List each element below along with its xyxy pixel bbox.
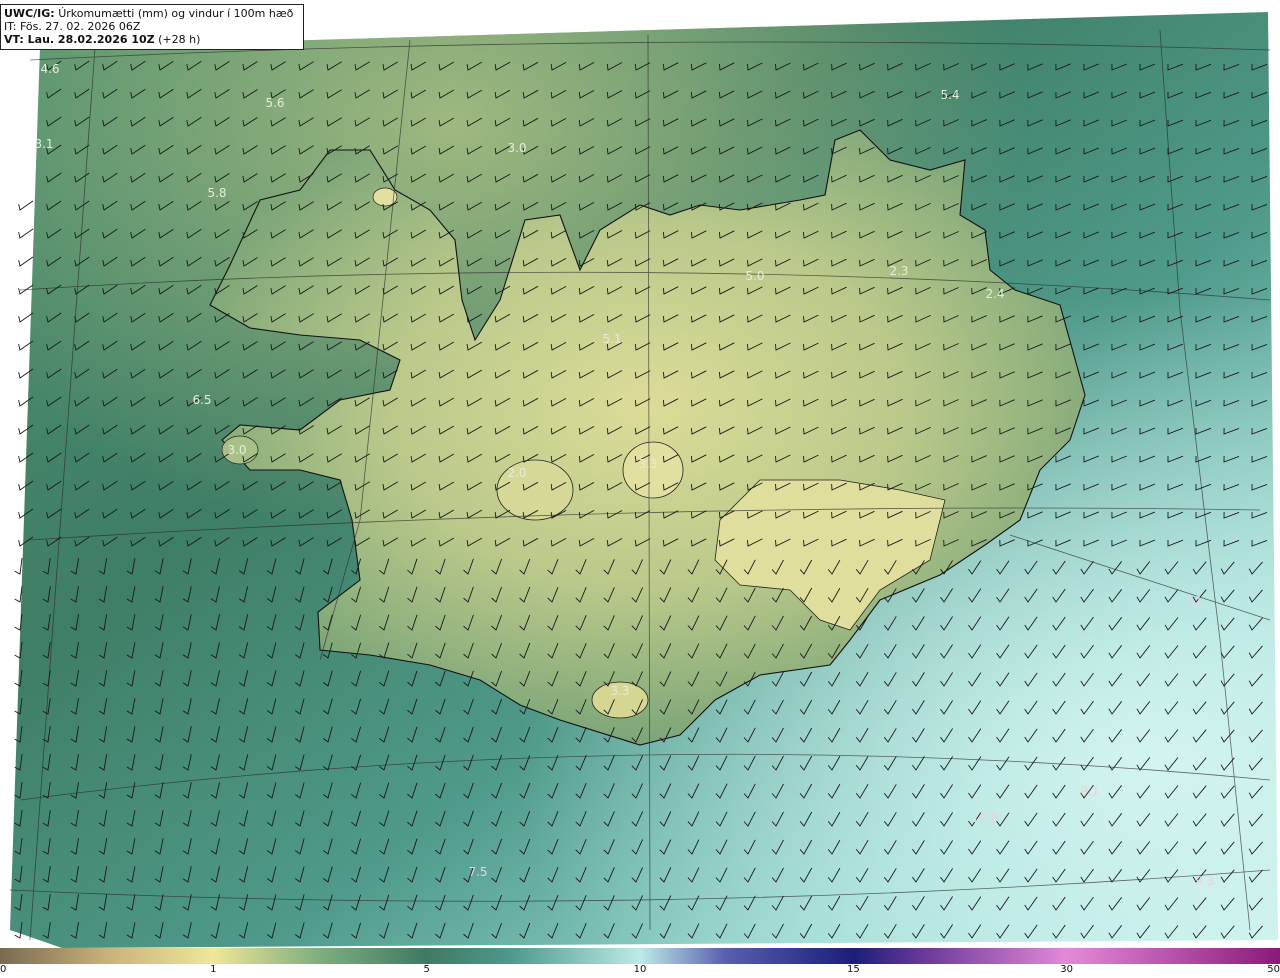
wind-barb	[14, 558, 23, 575]
valid-time: VT: Lau. 28.02.2026 10Z	[4, 33, 155, 46]
precipitation-wind-map: 4.6 5.6 5.4 3.1 3.0 5.8 5.0 2.3 2.4 5.1 6.5 3.0 2.0 3…	[9, 12, 1278, 948]
colorbar-ticks: 0 1 5 10 15 30 50	[0, 962, 1280, 978]
value-label: 5.6	[265, 96, 284, 110]
model-name: UWC/IG:	[4, 7, 55, 20]
value-label: 4.6	[40, 62, 59, 76]
value-label: 2.3	[889, 264, 908, 278]
value-label: 5.4	[940, 88, 959, 102]
colorbar-tick-label: 10	[633, 964, 647, 975]
value-label: 7.5	[468, 865, 487, 879]
value-label: 10.0	[972, 811, 999, 825]
wind-barb	[18, 228, 34, 239]
value-label: 3.0	[507, 141, 526, 155]
value-label: 5.0	[745, 269, 764, 283]
colorbar-tick-label: 5	[423, 964, 430, 975]
value-label: 9.1	[1080, 784, 1099, 798]
init-time: IT: Fös. 27. 02. 2026 06Z	[4, 20, 141, 33]
value-label: 5.8	[207, 186, 226, 200]
forecast-lead: (+28 h)	[158, 33, 201, 46]
colorbar-tick-label: 15	[846, 964, 860, 975]
value-label: 3.0	[227, 443, 246, 457]
value-label: 3.1	[34, 137, 53, 151]
map-header: UWC/IG: Úrkomumætti (mm) og vindur í 100…	[0, 4, 304, 50]
wind-barb	[14, 586, 23, 603]
colorbar-tick-label: 30	[1060, 964, 1074, 975]
value-label: 6.5	[192, 393, 211, 407]
colorbar-tick-label: 0	[0, 964, 7, 975]
value-label: 9.3	[1195, 874, 1214, 888]
value-label: 11	[1187, 594, 1202, 608]
map-title: Úrkomumætti (mm) og vindur í 100m hæð	[58, 7, 294, 20]
wind-barb	[18, 200, 34, 211]
value-label: 3.3	[610, 684, 629, 698]
wind-barb	[18, 256, 34, 267]
value-label: 2.4	[985, 287, 1004, 301]
value-label: 5.1	[602, 332, 621, 346]
colorbar-tick-label: 50	[1267, 964, 1280, 975]
value-label: 3.3	[638, 457, 657, 471]
value-label: 2.0	[507, 466, 526, 480]
colorbar-tick-label: 1	[210, 964, 217, 975]
